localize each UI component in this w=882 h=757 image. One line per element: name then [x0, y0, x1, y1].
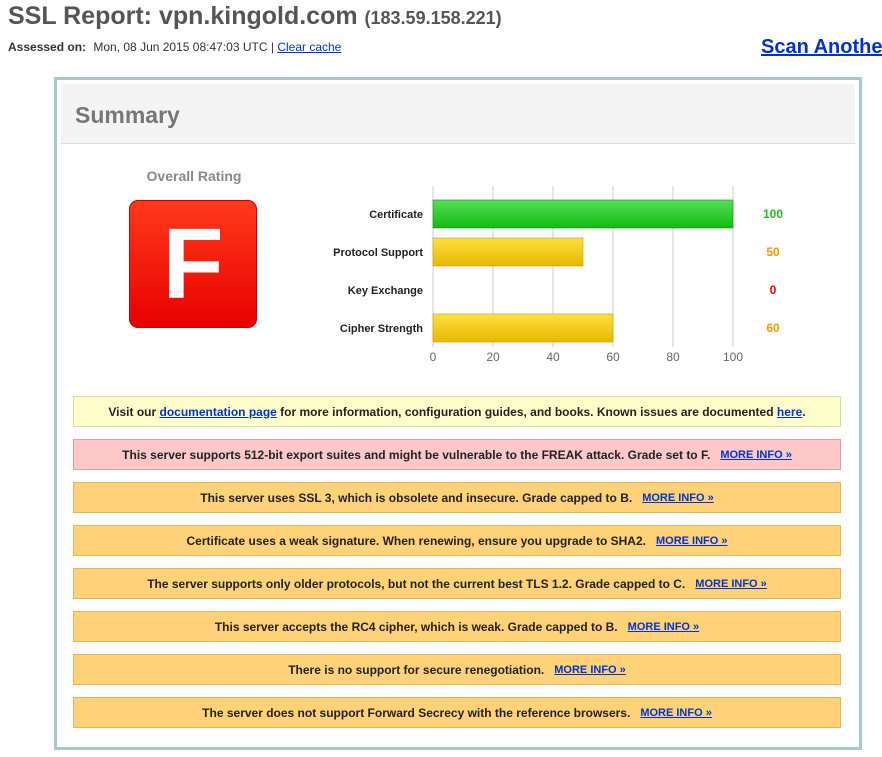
x-tick-label: 60 — [606, 350, 620, 364]
separator: | — [270, 40, 274, 54]
hostname: vpn.kingold.com — [158, 2, 358, 30]
message-text: The server does not support Forward Secr… — [202, 705, 631, 720]
clear-cache-link[interactable]: Clear cache — [277, 40, 341, 54]
rating-chart: 0 20 40 60 80 100 Certificate 100 Protocol Suppo… — [333, 186, 783, 364]
info-text-post: . — [802, 404, 806, 419]
warn-message: Certificate uses a weak signature. When … — [73, 525, 841, 556]
message-text: Certificate uses a weak signature. When … — [186, 533, 646, 548]
more-info-link[interactable]: MORE INFO » — [695, 578, 767, 590]
grade-badge: F — [129, 200, 257, 328]
more-info-link[interactable]: MORE INFO » — [640, 707, 712, 719]
more-info-link[interactable]: MORE INFO » — [720, 449, 792, 461]
category-label: Key Exchange — [348, 285, 423, 297]
x-tick-label: 0 — [430, 350, 437, 364]
warn-message: This server uses SSL 3, which is obsolet… — [73, 482, 841, 513]
category-label: Protocol Support — [333, 247, 423, 259]
x-tick-label: 80 — [666, 350, 680, 364]
message-text: The server supports only older protocols… — [147, 576, 686, 591]
value-label: 60 — [766, 321, 780, 335]
warn-message: This server accepts the RC4 cipher, whic… — [73, 611, 841, 642]
more-info-link[interactable]: MORE INFO » — [642, 492, 714, 504]
message-text: This server accepts the RC4 cipher, whic… — [214, 619, 618, 634]
scan-another-link[interactable]: Scan Anothe — [761, 36, 882, 59]
bar-protocol-support — [432, 237, 584, 267]
bar-cipher-strength — [432, 313, 614, 343]
category-label: Cipher Strength — [340, 323, 423, 335]
value-label: 100 — [763, 207, 783, 221]
summary-panel: Summary Overall Rating F 0 20 40 60 80 100 Cer… — [54, 77, 862, 750]
more-info-link[interactable]: MORE INFO » — [656, 535, 728, 547]
title-prefix: SSL Report: — [8, 2, 159, 30]
message-text: There is no support for secure renegotia… — [288, 662, 545, 677]
x-tick-label: 40 — [546, 350, 560, 364]
known-issues-link[interactable]: here — [777, 405, 802, 419]
info-message: Visit our documentation page for more in… — [73, 396, 841, 427]
warn-message: The server does not support Forward Secr… — [73, 697, 841, 728]
message-text: This server uses SSL 3, which is obsolet… — [200, 490, 633, 505]
assessed-label: Assessed on: — [8, 40, 87, 54]
more-info-link[interactable]: MORE INFO » — [554, 664, 626, 676]
x-tick-label: 100 — [723, 350, 743, 364]
bar-certificate — [432, 199, 734, 229]
more-info-link[interactable]: MORE INFO » — [628, 621, 700, 633]
warn-message: The server supports only older protocols… — [73, 568, 841, 599]
error-message: This server supports 512-bit export suit… — [73, 439, 841, 470]
warn-message: There is no support for secure renegotia… — [73, 654, 841, 685]
value-label: 50 — [766, 245, 780, 259]
summary-header: Summary — [61, 84, 855, 144]
info-text-mid: for more information, configuration guid… — [276, 404, 777, 419]
summary-title: Summary — [75, 102, 180, 128]
ip-address: (183.59.158.221) — [364, 8, 502, 28]
category-label: Certificate — [369, 209, 423, 221]
documentation-link[interactable]: documentation page — [160, 405, 277, 419]
message-text: This server supports 512-bit export suit… — [122, 447, 711, 462]
x-tick-label: 20 — [486, 350, 500, 364]
assessed-line: Assessed on: Mon, 08 Jun 2015 08:47:03 U… — [8, 40, 341, 54]
value-label: 0 — [770, 283, 777, 297]
grade-letter: F — [162, 208, 224, 320]
assessed-date: Mon, 08 Jun 2015 08:47:03 UTC — [93, 40, 268, 54]
page-title: SSL Report: vpn.kingold.com (183.59.158.… — [8, 2, 502, 31]
info-text-pre: Visit our — [108, 404, 160, 419]
overall-rating-label: Overall Rating — [146, 168, 242, 184]
